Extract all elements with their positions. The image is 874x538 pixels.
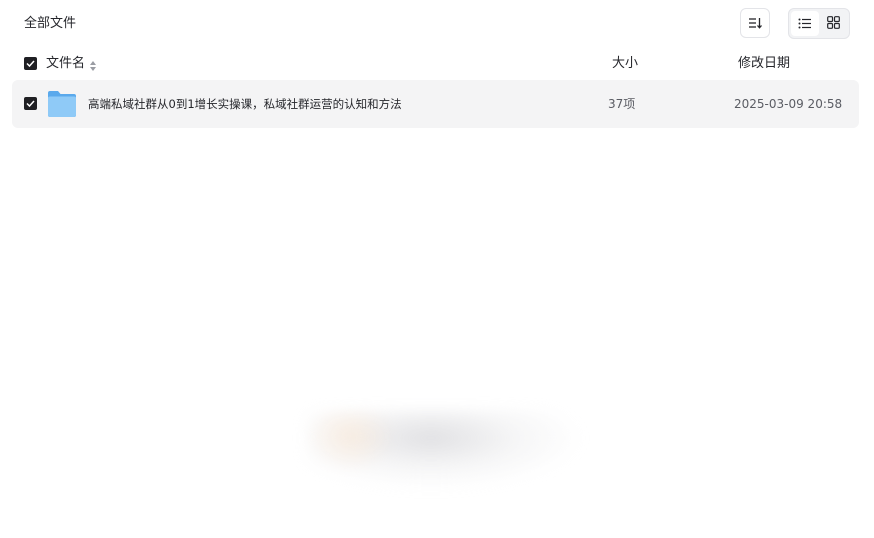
folder-icon xyxy=(47,90,77,118)
top-bar: 全部文件 xyxy=(0,0,874,48)
table-header: 文件名 大小 修改日期 xyxy=(12,48,859,80)
list-view-button[interactable] xyxy=(791,11,819,36)
sort-button[interactable] xyxy=(740,8,770,38)
grid-view-icon xyxy=(826,14,840,33)
view-mode-toggle xyxy=(788,8,850,39)
checkmark-icon xyxy=(26,100,35,107)
file-browser-page: 全部文件 文件名 大小 修改日期 高端私域社群从0到1增长实操课，私域社群运营的… xyxy=(0,0,874,538)
breadcrumb-all-files[interactable]: 全部文件 xyxy=(24,15,76,33)
decorative-tint xyxy=(305,412,395,472)
file-name[interactable]: 高端私域社群从0到1增长实操课，私域社群运营的认知和方法 xyxy=(88,96,402,112)
row-checkbox[interactable] xyxy=(24,97,37,110)
checkmark-icon xyxy=(26,60,35,67)
column-header-size: 大小 xyxy=(612,56,639,71)
list-view-icon xyxy=(798,14,812,33)
column-header-modified: 修改日期 xyxy=(738,56,791,71)
sort-descending-icon xyxy=(748,14,762,33)
column-header-name[interactable]: 文件名 xyxy=(46,56,85,72)
sort-toggle-icon[interactable] xyxy=(89,57,97,71)
file-size: 37项 xyxy=(608,97,636,111)
select-all-checkbox[interactable] xyxy=(24,57,37,70)
file-modified-date: 2025-03-09 20:58 xyxy=(734,97,843,111)
grid-view-button[interactable] xyxy=(819,11,847,36)
table-row[interactable]: 高端私域社群从0到1增长实操课，私域社群运营的认知和方法 37项 2025-03… xyxy=(12,80,859,128)
